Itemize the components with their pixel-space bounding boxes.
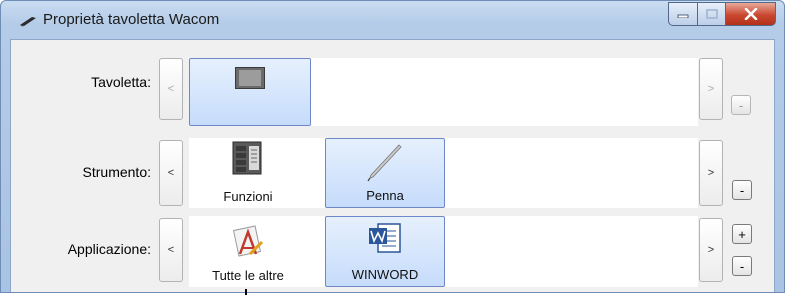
tablet-item[interactable] [189,58,311,126]
minimize-button[interactable] [668,2,698,26]
wacom-properties-window: Proprietà tavoletta Wacom Tavoletta: < >… [0,0,785,293]
window-title: Proprietà tavoletta Wacom [43,11,220,28]
maximize-button[interactable] [698,2,726,26]
tool-item-pen[interactable]: Penna [325,138,445,208]
tool-next-button[interactable]: > [699,140,723,206]
minimize-icon [677,14,689,18]
pen-tablet-icon [19,14,37,32]
tablet-prev-button[interactable]: < [159,58,183,120]
tool-remove-button[interactable]: - [732,180,752,200]
tool-label: Strumento: [82,164,151,180]
tool-row: Strumento: < Funzioni Penna > - [11,136,774,214]
tool-strip: Funzioni Penna [189,138,698,208]
application-remove-button[interactable]: - [732,256,752,276]
tablet-remove-button[interactable]: - [731,95,751,115]
application-next-button[interactable]: > [699,218,723,282]
client-area: Tavoletta: < > - Strumento: < Funzioni P… [10,39,775,292]
application-label: Applicazione: [67,241,151,257]
all-apps-label: Tutte le altre [212,268,284,283]
application-item-winword[interactable]: WINWORD [325,216,445,287]
maximize-icon [705,9,718,19]
tablet-device-icon [235,67,265,89]
tablet-label: Tavoletta: [91,74,151,90]
application-add-button[interactable]: + [732,224,752,244]
close-button[interactable] [726,2,776,26]
word-icon [369,223,401,253]
tool-item-functions[interactable]: Funzioni [189,138,307,208]
application-item-all[interactable]: Tutte le altre [189,216,307,287]
application-row: Applicazione: < Tutte le altre WINWORD >… [11,214,774,292]
application-strip: Tutte le altre WINWORD [189,216,698,287]
functions-label: Funzioni [223,189,273,204]
caption-buttons [668,2,776,26]
pen-label: Penna [366,188,404,203]
all-apps-icon [232,225,264,257]
close-icon [744,8,757,20]
winword-label: WINWORD [351,267,419,282]
tablet-row: Tavoletta: < > - [11,52,774,132]
text-cursor [245,289,247,295]
functions-icon [232,141,262,175]
tool-prev-button[interactable]: < [159,140,183,206]
pen-icon [367,144,402,182]
title-bar[interactable]: Proprietà tavoletta Wacom [1,1,784,39]
application-prev-button[interactable]: < [159,218,183,282]
tablet-strip [189,58,698,126]
tablet-next-button[interactable]: > [699,58,723,120]
